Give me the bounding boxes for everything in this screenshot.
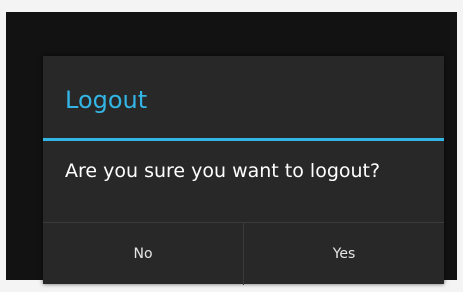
- dialog-button-bar: No Yes: [43, 222, 444, 285]
- dialog-title: Logout: [65, 86, 148, 114]
- yes-button[interactable]: Yes: [244, 223, 444, 285]
- dialog-message: Are you sure you want to logout?: [65, 160, 381, 182]
- app-screen-background: Logout Are you sure you want to logout? …: [6, 12, 457, 285]
- no-button[interactable]: No: [43, 223, 243, 285]
- logout-dialog: Logout Are you sure you want to logout? …: [43, 56, 444, 285]
- title-divider: [43, 138, 444, 141]
